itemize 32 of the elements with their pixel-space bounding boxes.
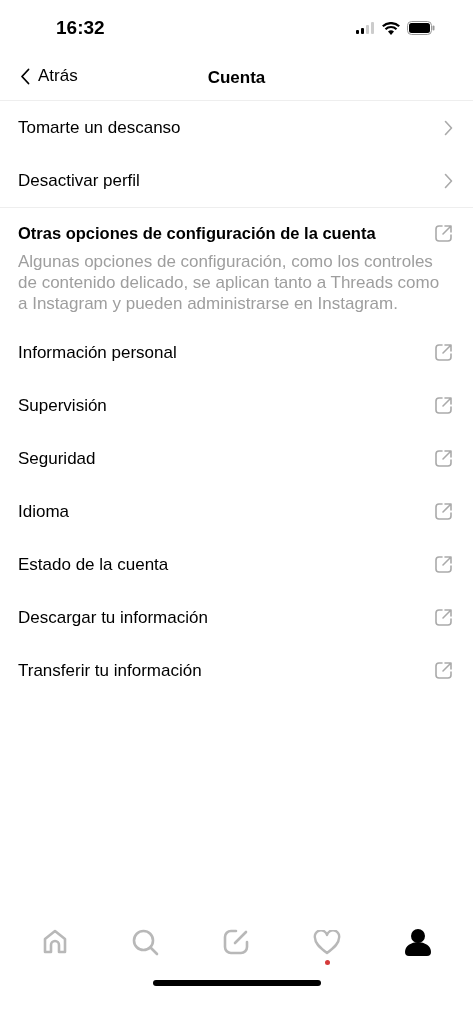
settings-row[interactable]: Idioma bbox=[0, 485, 473, 538]
back-icon bbox=[20, 67, 30, 85]
chevron-icon bbox=[444, 119, 453, 136]
wifi-icon bbox=[382, 21, 400, 35]
compose-icon[interactable] bbox=[223, 929, 250, 955]
battery-icon bbox=[407, 21, 435, 35]
settings-row[interactable]: Estado de la cuenta bbox=[0, 538, 473, 591]
back-button[interactable]: Atrás bbox=[20, 66, 78, 86]
settings-row[interactable]: Transferir tu información bbox=[0, 644, 473, 697]
settings-row[interactable]: Descargar tu información bbox=[0, 591, 473, 644]
external-link-icon[interactable] bbox=[434, 224, 453, 243]
settings-row[interactable]: Seguridad bbox=[0, 432, 473, 485]
settings-row[interactable]: Información personal bbox=[0, 326, 473, 379]
external-link-icon bbox=[434, 449, 453, 468]
section-description: Algunas opciones de configuración, como los controles de contenido delicado, se aplican tanto a Threads como a Instagram y pueden administrarse en Instagram. bbox=[18, 251, 441, 314]
status-time: 16:32 bbox=[56, 17, 105, 39]
page-title: Cuenta bbox=[207, 68, 266, 88]
external-link-icon bbox=[434, 343, 453, 362]
external-link-icon bbox=[434, 555, 453, 574]
heart-icon[interactable] bbox=[313, 929, 342, 955]
section-title: Otras opciones de configuración de la cuenta bbox=[18, 224, 376, 243]
external-link-icon bbox=[434, 608, 453, 627]
settings-row[interactable]: Tomarte un descanso bbox=[0, 101, 473, 154]
chevron-icon bbox=[444, 172, 453, 189]
external-link-icon bbox=[434, 396, 453, 415]
settings-row[interactable]: Supervisión bbox=[0, 379, 473, 432]
settings-row[interactable]: Desactivar perfil bbox=[0, 154, 473, 207]
external-link-icon bbox=[434, 502, 453, 521]
profile-icon[interactable] bbox=[404, 928, 431, 956]
external-link-icon bbox=[434, 661, 453, 680]
signal-icon bbox=[356, 22, 375, 34]
search-icon[interactable] bbox=[132, 928, 160, 956]
